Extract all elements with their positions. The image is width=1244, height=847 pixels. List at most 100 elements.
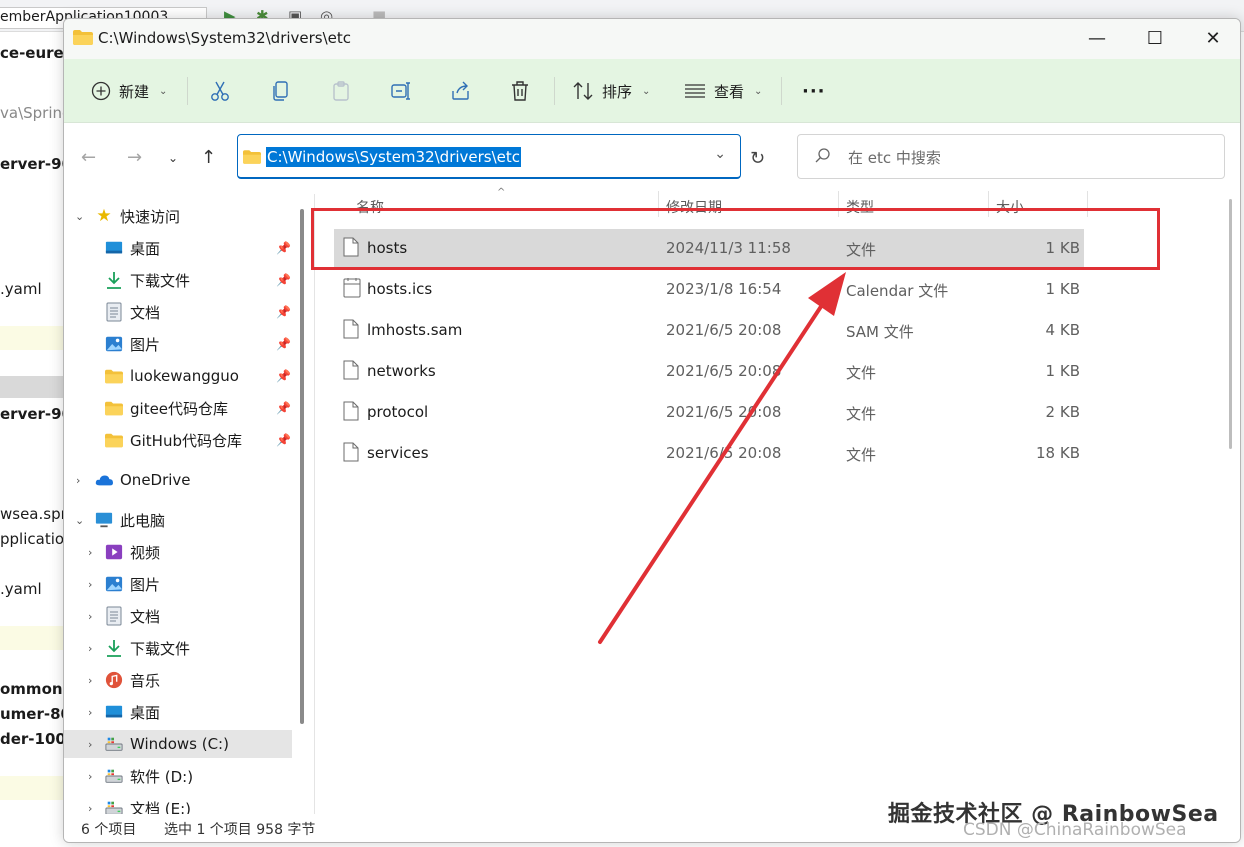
paste-button[interactable] [331,59,351,123]
close-button[interactable]: ✕ [1184,19,1240,57]
more-options-button[interactable]: ··· [802,59,826,123]
chevron-right-icon[interactable]: › [88,706,92,719]
view-button[interactable]: 查看 ⌄ [684,59,762,123]
this-pc-entry[interactable]: › 软件 (D:) [64,762,292,790]
quick-access-entry-label: luokewangguo [130,367,239,385]
quick-access-entry-label: 下载文件 [130,271,191,290]
copy-button[interactable] [271,59,291,123]
quick-access-entry-label: 文档 [130,303,161,322]
quick-access-entry[interactable]: 文档 📌 [64,298,292,326]
file-row[interactable]: lmhosts.sam 2021/6/5 20:08 SAM 文件 4 KB [334,311,1084,349]
chevron-right-icon[interactable]: › [88,642,92,655]
file-date: 2021/6/5 20:08 [666,444,782,462]
this-pc-entry[interactable]: › 音乐 [64,666,292,694]
file-type: Calendar 文件 [846,282,949,300]
chevron-down-icon[interactable]: ⌄ [714,146,726,162]
this-pc-entry-label: 音乐 [130,671,161,690]
rename-button[interactable] [390,59,412,123]
pin-icon[interactable]: 📌 [276,369,291,383]
new-button[interactable]: 新建 ⌄ [91,59,167,123]
pin-icon[interactable]: 📌 [276,401,291,415]
this-pc-entry[interactable]: › 文档 (E:) [64,794,292,814]
this-pc-entry[interactable]: › 视频 [64,538,292,566]
onedrive-item[interactable]: › OneDrive [64,466,292,494]
delete-button[interactable] [510,59,530,123]
pin-icon[interactable]: 📌 [276,273,291,287]
pin-icon[interactable]: 📌 [276,337,291,351]
file-row[interactable]: protocol 2021/6/5 20:08 文件 2 KB [334,393,1084,431]
file-date: 2021/6/5 20:08 [666,321,782,339]
this-pc-entry-label: 视频 [130,543,161,562]
chevron-down-icon[interactable]: ⌄ [75,210,84,223]
this-pc-entry[interactable]: › 桌面 [64,698,292,726]
quick-access-entry[interactable]: gitee代码仓库 📌 [64,394,292,422]
this-pc-entry[interactable]: › 文档 [64,602,292,630]
cut-button[interactable] [210,59,230,123]
chevron-right-icon[interactable]: › [88,610,92,623]
chevron-right-icon[interactable]: › [76,474,80,487]
sort-caret-icon: ^ [497,187,506,198]
back-arrow-icon[interactable]: ← [81,147,96,168]
address-bar[interactable]: C:\Windows\System32\drivers\etc ⌄ [237,134,741,179]
forward-arrow-icon[interactable]: → [127,147,142,168]
ide-selected-line [0,376,64,398]
file-type: SAM 文件 [846,323,914,341]
quick-access-entry[interactable]: luokewangguo 📌 [64,362,292,390]
title-bar: C:\Windows\System32\drivers\etc — ☐ ✕ [64,19,1240,59]
quick-access-item[interactable]: ⌄ ★ 快速访问 [64,202,292,230]
this-pc-item[interactable]: ⌄ 此电脑 [64,506,292,534]
plus-circle-icon [91,81,111,101]
item-count: 6 个项目 [81,822,137,838]
file-name: lmhosts.sam [367,321,463,339]
file-list-scrollbar[interactable] [1229,199,1232,449]
pin-icon[interactable]: 📌 [276,241,291,255]
search-box[interactable]: 在 etc 中搜索 [797,134,1225,179]
picture-icon [105,335,123,353]
this-pc-entry[interactable]: › 下载文件 [64,634,292,662]
onedrive-label: OneDrive [120,471,191,489]
file-row[interactable]: hosts.ics 2023/1/8 16:54 Calendar 文件 1 KB [334,270,1084,308]
chevron-down-icon: ⌄ [159,85,168,97]
nav-scrollbar[interactable] [300,209,304,724]
sort-label: 排序 [602,82,633,101]
file-icon [343,278,361,302]
this-pc-entry[interactable]: › Windows (C:) [64,730,292,758]
chevron-right-icon[interactable]: › [88,578,92,591]
file-icon [343,442,359,466]
chevron-down-icon[interactable]: ⌄ [75,514,84,527]
chevron-right-icon[interactable]: › [88,674,92,687]
sort-button[interactable]: 排序 ⌄ [572,59,650,123]
file-size: 18 KB [1036,444,1080,462]
address-path[interactable]: C:\Windows\System32\drivers\etc [266,147,522,167]
file-row[interactable]: networks 2021/6/5 20:08 文件 1 KB [334,352,1084,390]
file-row[interactable]: services 2021/6/5 20:08 文件 18 KB [334,434,1084,472]
file-name: networks [367,362,436,380]
this-pc-entry-label: 文档 (E:) [130,799,192,815]
quick-access-entry[interactable]: GitHub代码仓库 📌 [64,426,292,454]
search-icon [815,148,830,163]
quick-access-entry-label: 桌面 [130,239,161,258]
chevron-right-icon[interactable]: › [88,546,92,559]
pane-divider[interactable] [314,194,315,814]
file-icon [343,319,359,343]
file-size: 2 KB [1045,403,1080,421]
chevron-right-icon[interactable]: › [88,770,92,783]
refresh-icon[interactable]: ↻ [750,148,765,169]
file-icon [343,401,359,425]
pin-icon[interactable]: 📌 [276,305,291,319]
pin-icon[interactable]: 📌 [276,433,291,447]
chevron-down-icon: ⌄ [754,85,763,97]
quick-access-entry[interactable]: 图片 📌 [64,330,292,358]
maximize-button[interactable]: ☐ [1126,19,1184,57]
quick-access-entry[interactable]: 桌面 📌 [64,234,292,262]
share-button[interactable] [450,59,472,123]
star-icon: ★ [96,206,112,226]
folder-icon [105,431,123,449]
up-arrow-icon[interactable]: ↑ [201,147,216,168]
minimize-button[interactable]: — [1068,19,1126,57]
chevron-right-icon[interactable]: › [88,802,92,815]
chevron-right-icon[interactable]: › [88,738,92,751]
recent-locations-chevron-icon[interactable]: ⌄ [168,151,178,165]
quick-access-entry[interactable]: 下载文件 📌 [64,266,292,294]
this-pc-entry[interactable]: › 图片 [64,570,292,598]
